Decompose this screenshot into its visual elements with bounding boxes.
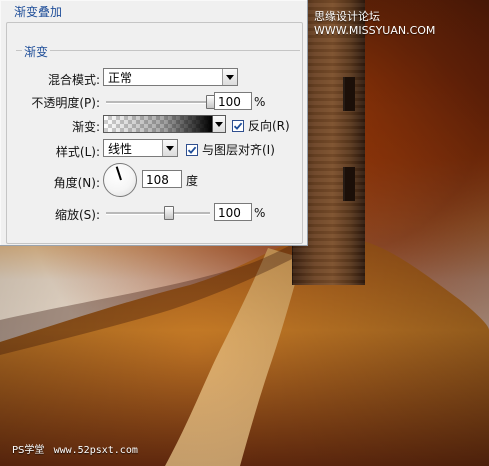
logo-text: PS学堂 — [12, 445, 45, 456]
reverse-label: 反向(R) — [248, 119, 290, 133]
section-title: 渐变 — [22, 43, 51, 60]
opacity-input[interactable]: 100 — [214, 92, 252, 110]
style-select[interactable]: 线性 — [103, 139, 178, 157]
style-label: 样式(L): — [55, 145, 100, 159]
blend-mode-value: 正常 — [108, 71, 133, 85]
align-with-layer-label: 与图层对齐(I) — [202, 143, 275, 157]
opacity-slider-track — [106, 101, 210, 104]
chevron-down-icon[interactable] — [162, 140, 177, 156]
dialog-title: 渐变叠加 — [14, 5, 63, 19]
gradient-swatch[interactable] — [103, 115, 213, 133]
angle-unit: 度 — [186, 174, 199, 188]
reverse-checkbox[interactable]: 反向(R) — [232, 117, 290, 134]
checkmark-icon — [187, 146, 197, 154]
angle-dial-needle — [115, 166, 122, 181]
align-with-layer-checkbox[interactable]: 与图层对齐(I) — [186, 141, 275, 158]
watermark-bottom-left: PS学堂 www.52psxt.com — [12, 441, 138, 456]
gradient-label: 渐变: — [71, 120, 100, 134]
checkbox-box[interactable] — [186, 143, 198, 156]
blend-mode-select[interactable]: 正常 — [103, 68, 238, 86]
site-text: www.52psxt.com — [53, 445, 138, 456]
scale-input[interactable]: 100 — [214, 203, 252, 221]
blend-mode-label: 混合模式: — [47, 73, 100, 87]
scale-slider-thumb[interactable] — [164, 206, 175, 220]
chevron-down-icon[interactable] — [222, 69, 237, 85]
angle-dial[interactable] — [103, 163, 137, 197]
opacity-slider[interactable] — [106, 95, 216, 109]
checkmark-icon — [233, 122, 243, 130]
gradient-overlay-dialog: 渐变叠加 渐变 混合模式: 正常 不透明度(P): 100 % 渐变: 反向(R… — [0, 0, 308, 246]
angle-label: 角度(N): — [53, 176, 100, 190]
gradient-picker-arrow[interactable] — [212, 115, 226, 133]
scale-label: 缩放(S): — [54, 208, 100, 222]
tower-window — [343, 167, 355, 201]
angle-input[interactable]: 108 — [142, 170, 182, 188]
watermark-top: 思缘设计论坛 WWW.MISSYUAN.COM — [314, 10, 436, 37]
style-value: 线性 — [108, 142, 133, 156]
checkbox-box[interactable] — [232, 119, 244, 132]
scale-slider-track — [106, 212, 210, 215]
scale-unit: % — [254, 206, 266, 220]
tower-window — [343, 77, 355, 111]
scale-slider[interactable] — [106, 206, 210, 220]
opacity-unit: % — [254, 95, 266, 109]
opacity-label: 不透明度(P): — [31, 96, 100, 110]
